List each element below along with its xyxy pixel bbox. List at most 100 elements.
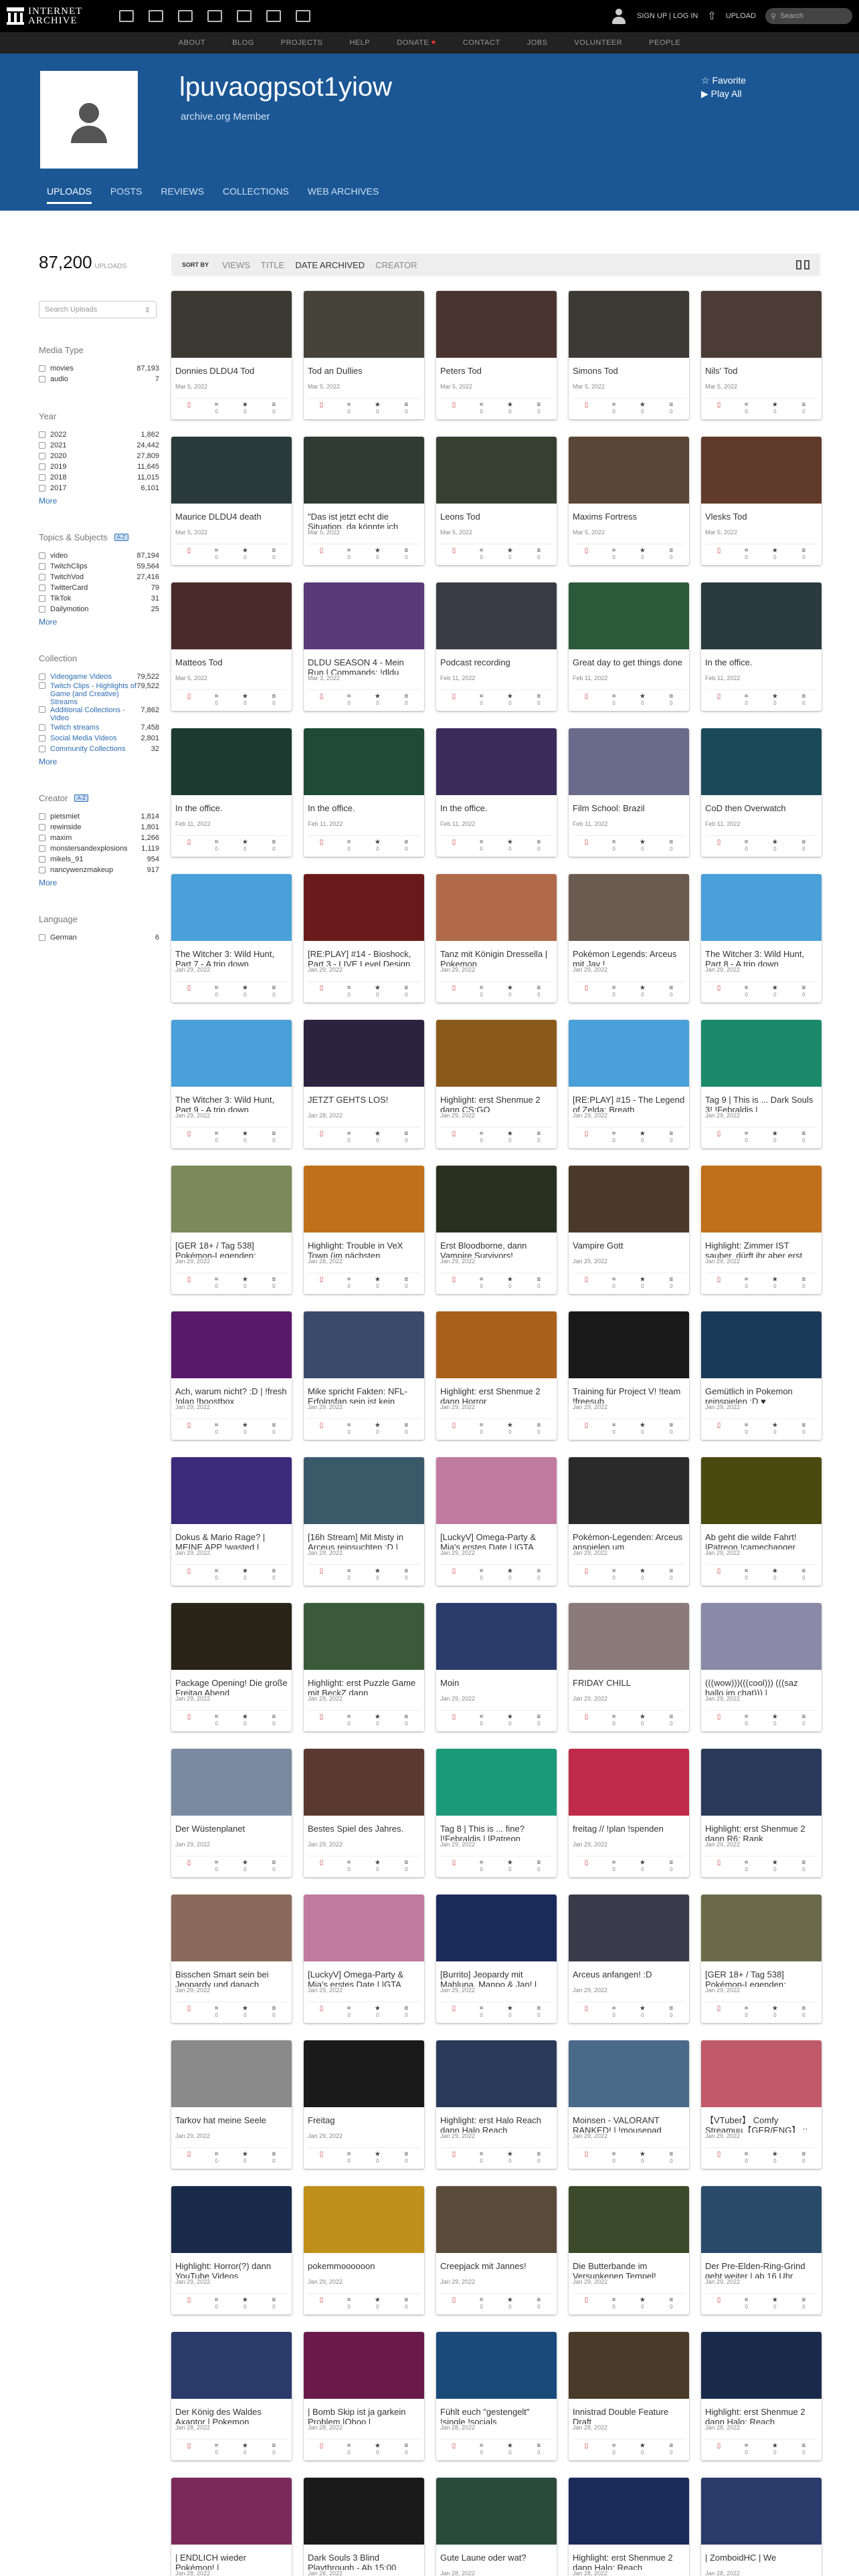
tile-title[interactable]: Maurice DLDU4 death [171,509,292,529]
checkbox[interactable] [39,606,45,613]
facet-row[interactable]: TwitchVod 27,416 [39,572,159,582]
result-tile[interactable]: Tarkov hat meine Seele Jan 29, 2022 ▯ ⌗ 0 ★ 0 ≡… [171,2040,292,2169]
thumbnail[interactable] [171,1457,292,1524]
thumbnail[interactable] [436,582,557,649]
result-tile[interactable]: [LuckyV] Omega-Party & Mia's erstes Date… [436,1457,557,1586]
tile-title[interactable]: [RE:PLAY] #15 - The Legend of Zelda: Bre… [569,1092,689,1112]
checkbox[interactable] [39,463,45,470]
tile-title[interactable]: In the office. [436,800,557,821]
thumbnail[interactable] [304,291,424,358]
thumbnail[interactable] [436,2186,557,2253]
tile-title[interactable]: Highlight: Horror(?) dann YouTube Videos [171,2258,292,2278]
tile-title[interactable]: "Das ist jetzt echt die Situation, da kö… [304,509,424,529]
thumbnail[interactable] [171,2332,292,2399]
software-icon[interactable] [237,10,252,22]
thumbnail[interactable] [569,2040,689,2107]
sort-option[interactable]: VIEWS [222,260,250,270]
facet-row[interactable]: monstersandexplosions 1,119 [39,843,159,854]
tile-title[interactable]: (((wow)))(((cool))) (((saz hallo im chat… [701,1675,822,1695]
result-tile[interactable]: Der König des Waldes Axantor | Pokemon Ja… [171,2332,292,2460]
tile-title[interactable]: Der König des Waldes Axantor | Pokemon [171,2404,292,2424]
facet-row[interactable]: Twitch Clips - Highlights of Game (and C… [39,682,159,706]
tile-title[interactable]: freitag // !plan !spenden [569,1821,689,1841]
checkbox[interactable] [39,563,45,570]
tile-title[interactable]: Arceus anfangen! :D [569,1967,689,1987]
tile-title[interactable]: Tag 8 | This is ... fine? |!Febraldis | … [436,1821,557,1841]
result-tile[interactable]: Mike spricht Fakten: NFL-Erfolgsfan sein… [304,1311,424,1440]
result-tile[interactable]: Highlight: erst Shenmue 2 dann Halo: Rea… [569,2478,689,2576]
thumbnail[interactable] [436,1749,557,1816]
thumbnail[interactable] [701,1603,822,1670]
tile-title[interactable]: Bisschen Smart sein bei Jeopardy und dan… [171,1967,292,1987]
tile-title[interactable]: Film School: Brazil [569,800,689,821]
checkbox[interactable] [39,746,45,752]
tile-title[interactable]: Gemütlich in Pokemon reinspielen :D ♥ [701,1384,822,1404]
tab-reviews[interactable]: REVIEWS [161,186,204,204]
result-tile[interactable]: Highlight: erst Puzzle Game mit BeckZ da… [304,1603,424,1731]
thumbnail[interactable] [701,2332,822,2399]
result-tile[interactable]: The Witcher 3: Wild Hunt, Part 9 - A tri… [171,1020,292,1148]
thumbnail[interactable] [569,1603,689,1670]
subnav-about[interactable]: ABOUT [179,39,205,47]
result-tile[interactable]: Highlight: erst Shenmue 2 dann Halo: Rea… [701,2332,822,2460]
thumbnail[interactable] [436,2478,557,2545]
facet-row[interactable]: 2017 6,101 [39,483,159,494]
subnav-contact[interactable]: CONTACT [463,39,500,47]
thumbnail[interactable] [701,437,822,504]
subnav-people[interactable]: PEOPLE [649,39,680,47]
result-tile[interactable]: [GER 18+ / Tag 538] Pokémon-Legenden: Jan… [171,1166,292,1294]
thumbnail[interactable] [304,2332,424,2399]
tile-title[interactable]: [Burrito] Jeopardy mit Mahluna, Manpo & … [436,1967,557,1987]
result-tile[interactable]: Vampire Gott Jan 29, 2022 ▯ ⌗ 0 ★ 0 ≡ 0 [569,1166,689,1294]
tile-title[interactable]: Vampire Gott [569,1238,689,1258]
tile-title[interactable]: [GER 18+ / Tag 538] Pokémon-Legenden: [171,1238,292,1258]
tile-title[interactable]: The Witcher 3: Wild Hunt, Part 9 - A tri… [171,1092,292,1112]
tile-title[interactable]: pokemmoooooon [304,2258,424,2278]
result-tile[interactable]: Tag 8 | This is ... fine? |!Febraldis | … [436,1749,557,1877]
thumbnail[interactable] [436,1311,557,1378]
tile-title[interactable]: [LuckyV] Omega-Party & Mia's erstes Date… [304,1967,424,1987]
facet-row[interactable]: audio 7 [39,374,159,385]
tile-title[interactable]: Die Butterbande im Versunkenen Tempel! [569,2258,689,2278]
tile-title[interactable]: Great day to get things done [569,655,689,675]
tile-title[interactable]: Highlight: erst Shenmue 2 dann CS:GO [436,1092,557,1112]
result-tile[interactable]: Maxims Fortress Mar 5, 2022 ▯ ⌗ 0 ★ 0 ≡ 0 [569,437,689,565]
checkbox[interactable] [39,485,45,492]
thumbnail[interactable] [436,874,557,941]
result-tile[interactable]: Gemütlich in Pokemon reinspielen :D ♥ Jan… [701,1311,822,1440]
tile-title[interactable]: Freitag [304,2113,424,2133]
result-tile[interactable]: [GER 18+ / Tag 538] Pokémon-Legenden: Jan… [701,1895,822,2023]
result-tile[interactable]: FRIDAY CHILL Jan 29, 2022 ▯ ⌗ 0 ★ 0 ≡ 0 [569,1603,689,1731]
facet-row[interactable]: rewinside 1,801 [39,822,159,833]
tile-title[interactable]: In the office. [701,655,822,675]
tile-title[interactable]: In the office. [304,800,424,821]
thumbnail[interactable] [171,291,292,358]
result-tile[interactable]: [Burrito] Jeopardy mit Mahluna, Manpo & … [436,1895,557,2023]
result-tile[interactable]: Dokus & Mario Rage? | MEINE APP !wasted … [171,1457,292,1586]
checkbox[interactable] [39,574,45,580]
result-tile[interactable]: In the office. Feb 11, 2022 ▯ ⌗ 0 ★ 0 ≡ 0 [304,728,424,857]
thumbnail[interactable] [304,582,424,649]
result-tile[interactable]: Highlight: Trouble in VeX Town (im nächs… [304,1166,424,1294]
result-tile[interactable]: Highlight: erst Shenmue 2 dann R6: Rank J… [701,1749,822,1877]
tab-collections[interactable]: COLLECTIONS [223,186,289,204]
more-link[interactable]: More [39,617,159,627]
tile-title[interactable]: The Witcher 3: Wild Hunt, Part 7 - A tri… [171,946,292,966]
tab-web-archives[interactable]: WEB ARCHIVES [308,186,379,204]
subnav-donate[interactable]: DONATE ♥ [397,39,436,47]
result-tile[interactable]: In the office. Feb 11, 2022 ▯ ⌗ 0 ★ 0 ≡ 0 [701,582,822,711]
facet-row[interactable]: nancywenzmakeup 917 [39,865,159,875]
thumbnail[interactable] [569,1020,689,1087]
thumbnail[interactable] [171,874,292,941]
grid-view-icon[interactable] [796,260,801,270]
result-tile[interactable]: Peters Tod Mar 5, 2022 ▯ ⌗ 0 ★ 0 ≡ 0 [436,291,557,419]
thumbnail[interactable] [304,1749,424,1816]
tile-title[interactable]: Highlight: erst Shenmue 2 dann R6: Rank [701,1821,822,1841]
thumbnail[interactable] [304,1603,424,1670]
thumbnail[interactable] [701,2186,822,2253]
checkbox[interactable] [39,442,45,449]
result-tile[interactable]: Die Butterbande im Versunkenen Tempel! Ja… [569,2186,689,2315]
thumbnail[interactable] [436,1895,557,1961]
tile-title[interactable]: In the office. [171,800,292,821]
thumbnail[interactable] [436,2332,557,2399]
